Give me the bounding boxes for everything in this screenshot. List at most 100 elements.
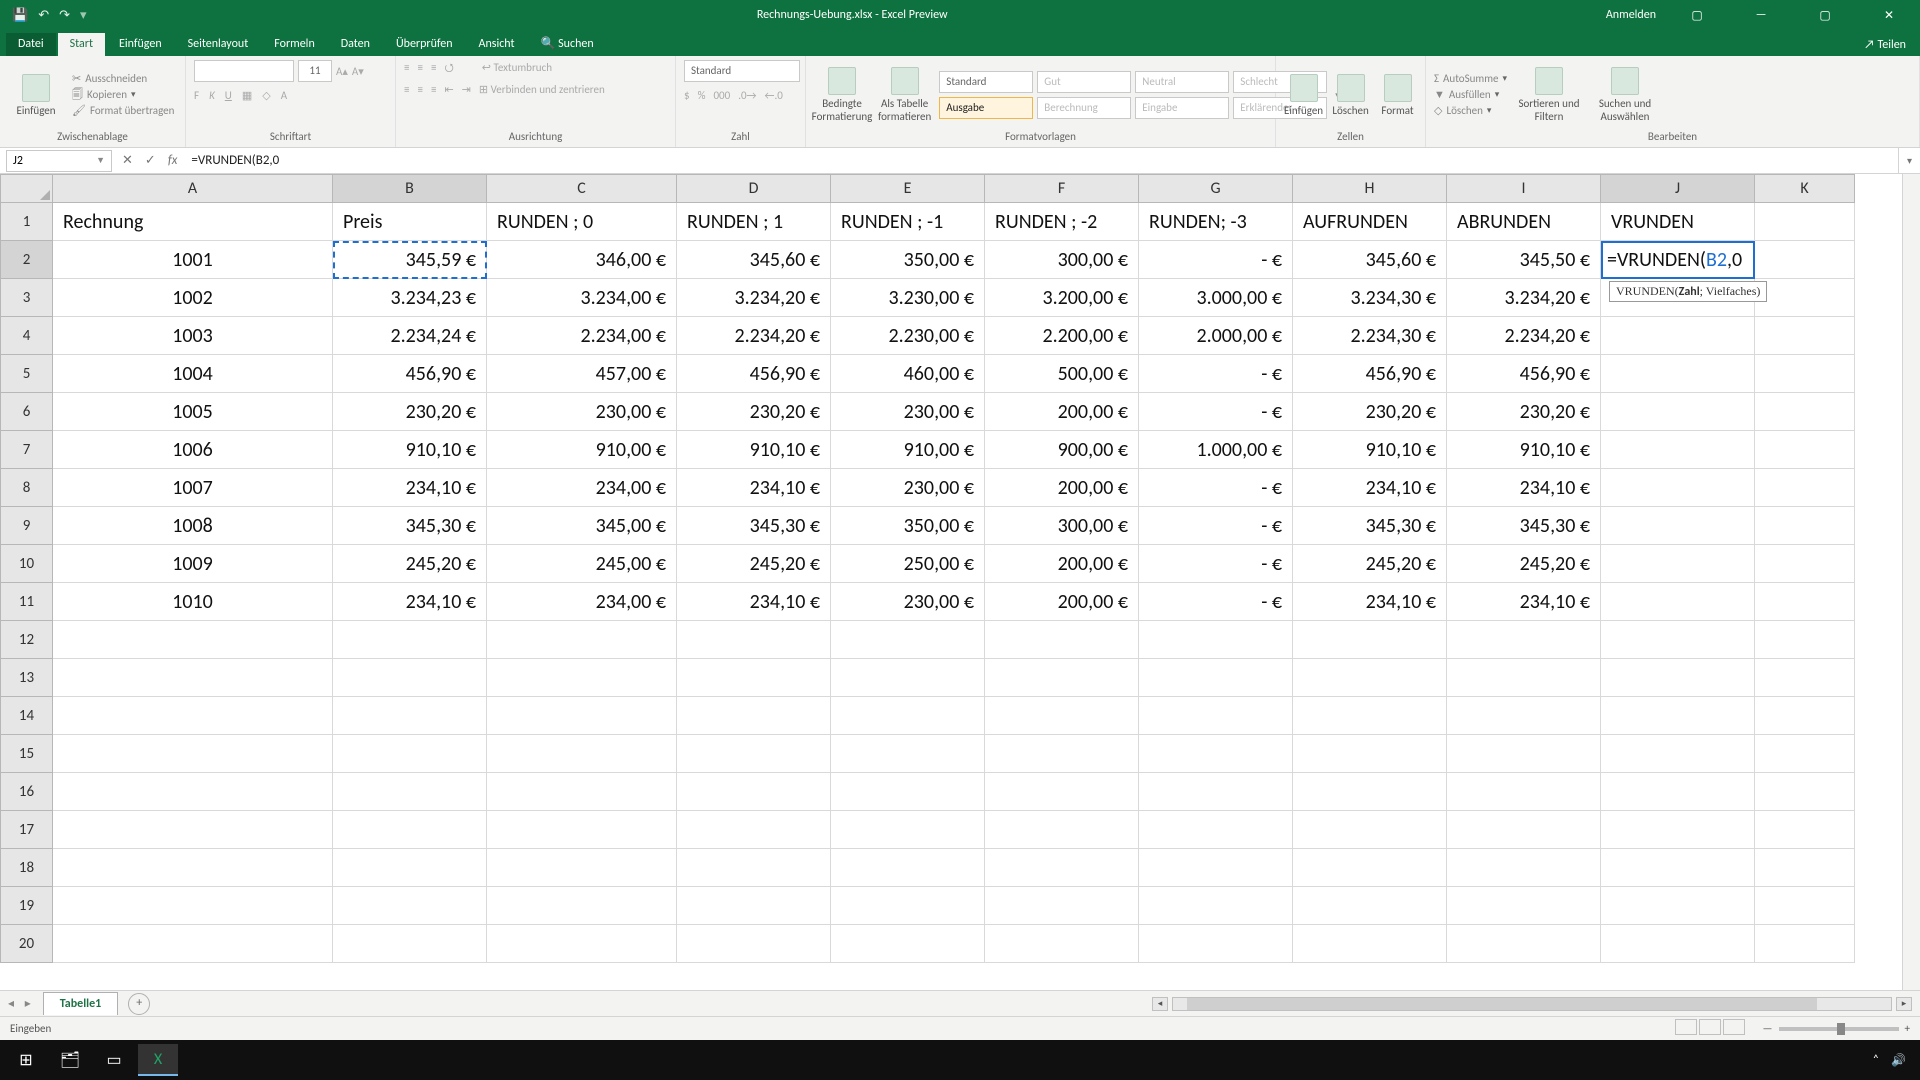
tray-chevron-icon[interactable]: ˄	[1873, 1053, 1879, 1067]
cell[interactable]: 3.234,20 €	[1447, 279, 1601, 317]
cell[interactable]	[1601, 849, 1755, 887]
cell[interactable]	[831, 621, 985, 659]
bold-button[interactable]: F	[194, 88, 199, 104]
cell[interactable]	[677, 925, 831, 963]
add-sheet-button[interactable]: +	[128, 993, 150, 1015]
col-header[interactable]: D	[677, 175, 831, 203]
cell[interactable]	[1139, 811, 1293, 849]
cell[interactable]	[677, 811, 831, 849]
cell[interactable]: RUNDEN ; -1	[831, 203, 985, 241]
name-box[interactable]: J2▼	[6, 150, 112, 172]
cell[interactable]: 234,00 €	[487, 469, 677, 507]
cell[interactable]: 345,30 €	[677, 507, 831, 545]
align-middle-icon[interactable]: ≡	[417, 60, 422, 76]
cell[interactable]	[1139, 621, 1293, 659]
cell[interactable]	[1447, 659, 1601, 697]
cell[interactable]: 245,00 €	[487, 545, 677, 583]
cell[interactable]: 2.234,00 €	[487, 317, 677, 355]
cell[interactable]	[1139, 887, 1293, 925]
row-header[interactable]: 8	[1, 469, 53, 507]
cell[interactable]: 3.230,00 €	[831, 279, 985, 317]
find-select-button[interactable]: Suchen und Auswählen	[1591, 67, 1659, 123]
cell[interactable]	[1293, 811, 1447, 849]
horizontal-scrollbar[interactable]: ◂▸	[150, 997, 1920, 1011]
cell[interactable]	[1601, 355, 1755, 393]
cell[interactable]	[985, 811, 1139, 849]
col-header[interactable]: F	[985, 175, 1139, 203]
cell[interactable]: 230,00 €	[831, 583, 985, 621]
cell[interactable]	[1447, 735, 1601, 773]
cell[interactable]	[53, 621, 333, 659]
cell[interactable]: 1001	[53, 241, 333, 279]
qat-more-icon[interactable]: ▾	[80, 8, 87, 23]
sheet-tab[interactable]: Tabelle1	[43, 992, 118, 1015]
cell[interactable]: 230,20 €	[1293, 393, 1447, 431]
cell[interactable]	[53, 659, 333, 697]
cell[interactable]: - €	[1139, 469, 1293, 507]
cell[interactable]: 234,10 €	[333, 583, 487, 621]
row-header[interactable]: 11	[1, 583, 53, 621]
cell[interactable]	[1755, 697, 1855, 735]
cell[interactable]: 456,90 €	[1447, 355, 1601, 393]
orientation-icon[interactable]: ⭯	[444, 60, 453, 76]
cell[interactable]: 900,00 €	[985, 431, 1139, 469]
cell[interactable]	[1755, 811, 1855, 849]
cell[interactable]: 230,20 €	[677, 393, 831, 431]
cell[interactable]	[677, 849, 831, 887]
cell[interactable]: 200,00 €	[985, 583, 1139, 621]
cell[interactable]: 3.234,20 €	[677, 279, 831, 317]
cell[interactable]	[1139, 849, 1293, 887]
cell[interactable]	[1601, 545, 1755, 583]
signin-link[interactable]: Anmelden	[1606, 8, 1656, 22]
fx-icon[interactable]: fx	[168, 153, 178, 168]
cell[interactable]	[1447, 621, 1601, 659]
insert-cells-button[interactable]: Einfügen	[1284, 74, 1323, 117]
cell[interactable]: 456,90 €	[677, 355, 831, 393]
cell[interactable]	[1601, 735, 1755, 773]
select-all-corner[interactable]	[1, 175, 53, 203]
tab-review[interactable]: Überprüfen	[384, 33, 465, 56]
cell[interactable]	[1755, 621, 1855, 659]
cell[interactable]: 2.234,30 €	[1293, 317, 1447, 355]
cell[interactable]: 234,10 €	[333, 469, 487, 507]
undo-icon[interactable]: ↶	[38, 8, 49, 23]
cell[interactable]: - €	[1139, 393, 1293, 431]
cell[interactable]	[1755, 431, 1855, 469]
cell[interactable]	[53, 735, 333, 773]
row-header[interactable]: 1	[1, 203, 53, 241]
cell[interactable]	[831, 697, 985, 735]
align-left-icon[interactable]: ≡	[404, 82, 409, 98]
cell[interactable]: 1003	[53, 317, 333, 355]
cell[interactable]: 2.234,24 €	[333, 317, 487, 355]
tab-formulas[interactable]: Formeln	[262, 33, 326, 56]
style-berechnung[interactable]: Berechnung	[1037, 97, 1131, 119]
cell[interactable]	[487, 887, 677, 925]
cell[interactable]	[1293, 735, 1447, 773]
align-bottom-icon[interactable]: ≡	[431, 60, 436, 76]
cell[interactable]	[1755, 279, 1855, 317]
cell[interactable]: 345,30 €	[1447, 507, 1601, 545]
tab-view[interactable]: Ansicht	[467, 33, 527, 56]
cell[interactable]	[677, 735, 831, 773]
cell[interactable]	[1293, 697, 1447, 735]
cell[interactable]	[1755, 849, 1855, 887]
cell[interactable]: Preis	[333, 203, 487, 241]
cell[interactable]	[53, 925, 333, 963]
cell[interactable]: - €	[1139, 583, 1293, 621]
row-header[interactable]: 15	[1, 735, 53, 773]
cell[interactable]	[1755, 925, 1855, 963]
tab-file[interactable]: Datei	[6, 33, 56, 56]
cell[interactable]	[333, 811, 487, 849]
vertical-scrollbar[interactable]	[1902, 174, 1920, 990]
cell[interactable]	[1293, 773, 1447, 811]
cell[interactable]: 350,00 €	[831, 241, 985, 279]
cell[interactable]: 1009	[53, 545, 333, 583]
cell[interactable]: ABRUNDEN	[1447, 203, 1601, 241]
col-header[interactable]: K	[1755, 175, 1855, 203]
cell[interactable]	[677, 773, 831, 811]
row-header[interactable]: 7	[1, 431, 53, 469]
cell[interactable]: - €	[1139, 507, 1293, 545]
row-header[interactable]: 5	[1, 355, 53, 393]
cell[interactable]: 1.000,00 €	[1139, 431, 1293, 469]
comma-icon[interactable]: 000	[713, 88, 730, 104]
